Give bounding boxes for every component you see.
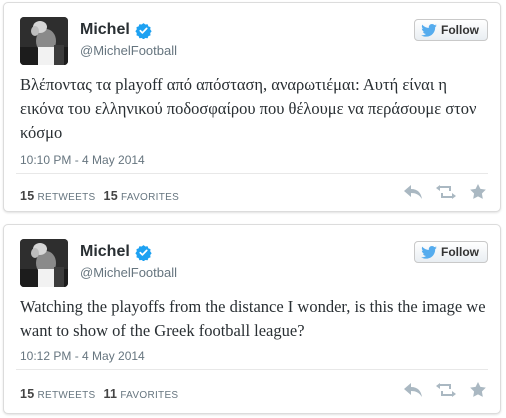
retweet-icon[interactable] <box>436 184 456 199</box>
divider <box>16 369 488 370</box>
tweet-card: Michel @MichelFootball Follow Βλέποντας … <box>3 2 501 212</box>
display-name[interactable]: Michel <box>80 243 130 261</box>
avatar-image <box>20 17 68 65</box>
reply-icon[interactable] <box>404 184 422 199</box>
favorites-label[interactable]: FAVORITES <box>121 192 179 203</box>
retweets-count[interactable]: 15 <box>20 189 35 203</box>
retweets-count[interactable]: 15 <box>20 387 35 401</box>
tweet-text: Watching the playoffs from the distance … <box>20 297 486 340</box>
twitter-bird-icon <box>421 23 437 37</box>
follow-button-label: Follow <box>441 23 479 37</box>
user-handle[interactable]: @MichelFootball <box>80 265 177 280</box>
reply-icon[interactable] <box>404 382 422 397</box>
tweet-actions <box>390 382 486 397</box>
follow-button[interactable]: Follow <box>414 241 488 263</box>
avatar[interactable] <box>20 17 68 65</box>
tweet-stats: 15 RETWEETS 15 FAVORITES <box>20 189 187 203</box>
twitter-bird-icon <box>421 245 437 259</box>
avatar[interactable] <box>20 239 68 287</box>
favorite-star-icon[interactable] <box>470 184 486 199</box>
divider <box>16 173 488 174</box>
user-handle[interactable]: @MichelFootball <box>80 43 177 58</box>
tweet-timestamp[interactable]: 10:12 PM - 4 May 2014 <box>20 349 145 363</box>
verified-icon <box>135 244 152 261</box>
avatar-image <box>20 239 68 287</box>
follow-button-label: Follow <box>441 245 479 259</box>
tweet-timestamp[interactable]: 10:10 PM - 4 May 2014 <box>20 153 145 167</box>
tweet-stats: 15 RETWEETS 11 FAVORITES <box>20 387 186 401</box>
favorite-star-icon[interactable] <box>470 382 486 397</box>
follow-button[interactable]: Follow <box>414 19 488 41</box>
retweets-label[interactable]: RETWEETS <box>38 390 96 401</box>
favorites-count[interactable]: 15 <box>103 189 118 203</box>
tweet-text: Βλέποντας τα playoff από απόσταση, αναρω… <box>20 75 477 142</box>
retweet-icon[interactable] <box>436 382 456 397</box>
tweet-card: Michel @MichelFootball Follow Watching t… <box>3 224 501 414</box>
verified-icon <box>135 22 152 39</box>
favorites-count[interactable]: 11 <box>103 387 117 401</box>
tweet-actions <box>390 184 486 199</box>
display-name[interactable]: Michel <box>80 21 130 39</box>
retweets-label[interactable]: RETWEETS <box>38 192 96 203</box>
favorites-label[interactable]: FAVORITES <box>120 390 178 401</box>
